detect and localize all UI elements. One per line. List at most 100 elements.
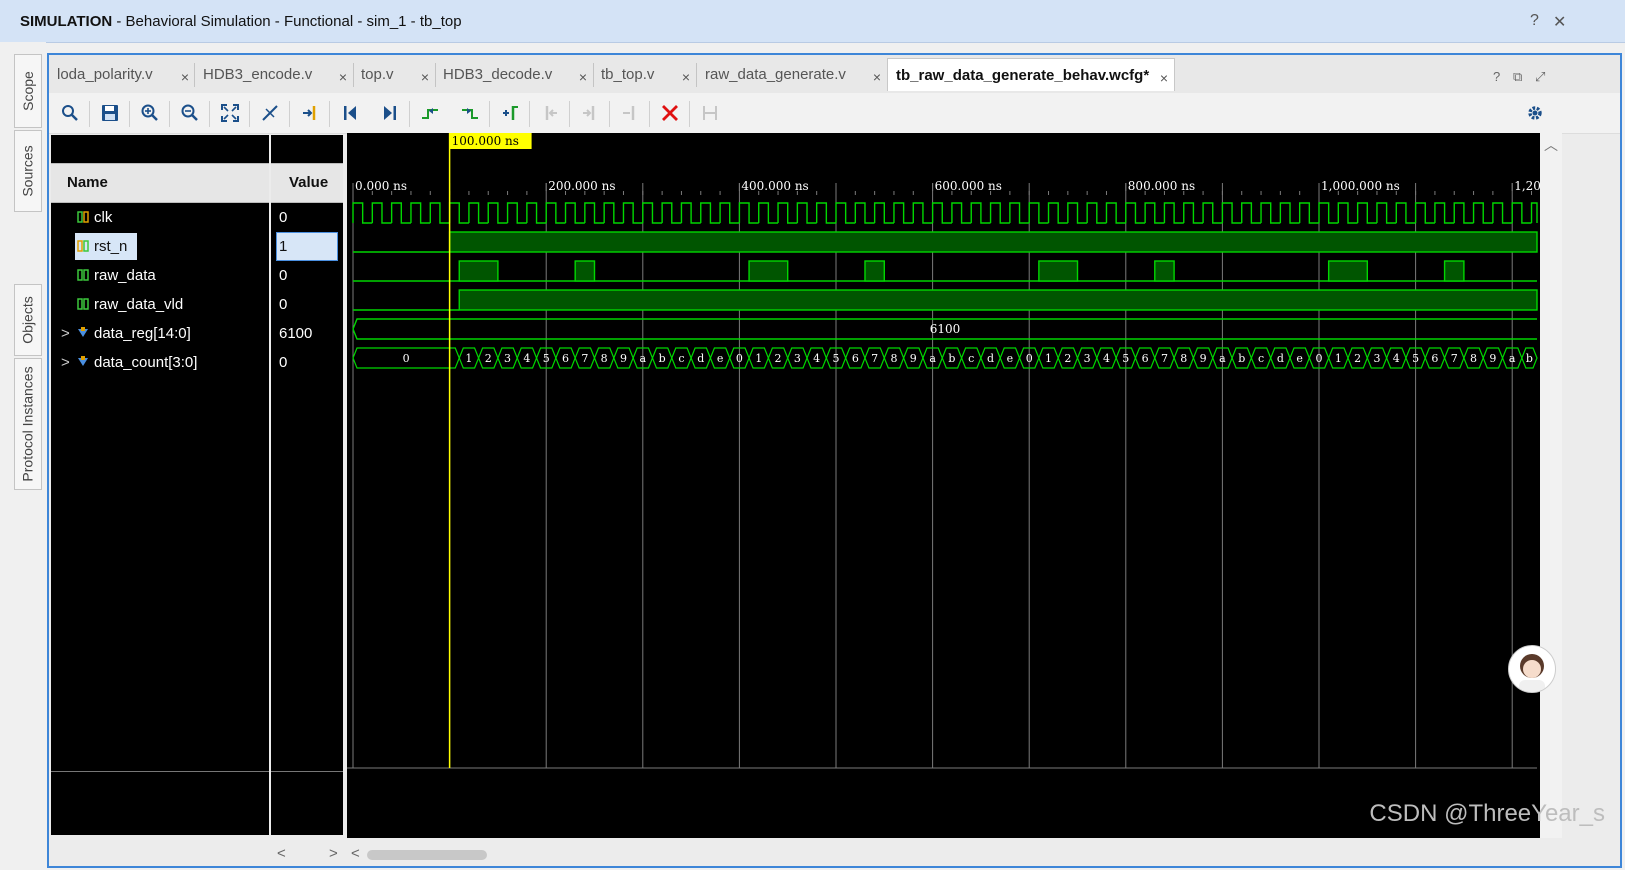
- tab-raw-data-generate[interactable]: raw_data_generate.v ×: [697, 58, 887, 90]
- window-title: SIMULATION - Behavioral Simulation - Fun…: [20, 13, 462, 30]
- zoom-in-icon[interactable]: [137, 100, 163, 126]
- tab-tb-raw-data-generate-behav-wcfg[interactable]: tb_raw_data_generate_behav.wcfg* ×: [887, 58, 1175, 91]
- save-icon[interactable]: [97, 100, 123, 126]
- time-tick-label: 1,200.000 ns: [1514, 179, 1540, 193]
- value-cell: 0: [279, 267, 288, 284]
- tab-hdb3-encode[interactable]: HDB3_encode.v ×: [195, 58, 353, 90]
- signal-row-rst-n[interactable]: rst_n: [51, 232, 269, 261]
- close-tab-icon[interactable]: ×: [181, 69, 189, 85]
- waveform-panel: loda_polarity.v × HDB3_encode.v × top.v × H…: [47, 53, 1622, 868]
- name-pane-scroll[interactable]: < >: [271, 843, 343, 867]
- tab-top[interactable]: top.v ×: [353, 58, 435, 90]
- next-marker-icon[interactable]: [577, 100, 603, 126]
- side-tab-sources[interactable]: Sources: [14, 130, 42, 212]
- prev-transition-icon[interactable]: [417, 100, 443, 126]
- close-icon[interactable]: ✕: [1553, 12, 1566, 32]
- time-tick-label: 200.000 ns: [548, 179, 615, 193]
- toolbar-separator: [649, 101, 650, 127]
- maximize-icon[interactable]: ⤢: [1535, 69, 1545, 85]
- watermark-text: CSDN @ThreeYear_s: [1369, 800, 1605, 827]
- editor-tab-bar: loda_polarity.v × HDB3_encode.v × top.v × H…: [49, 55, 1620, 94]
- add-marker-icon[interactable]: [497, 100, 523, 126]
- goto-cursor-icon[interactable]: [297, 100, 323, 126]
- tab-loda-polarity[interactable]: loda_polarity.v ×: [49, 58, 195, 90]
- signal-row-clk[interactable]: clk: [51, 203, 269, 232]
- help-icon[interactable]: ?: [1493, 69, 1500, 84]
- signal-row-data-count[interactable]: > data_count[3:0]: [51, 348, 269, 377]
- raw-data-pulse: [1327, 260, 1368, 282]
- bit-signal-icon: [77, 211, 89, 223]
- toolbar-separator: [609, 101, 610, 127]
- raw-data-pulse: [748, 260, 789, 282]
- zoom-fit-icon[interactable]: [217, 100, 243, 126]
- scroll-thumb[interactable]: [367, 850, 487, 860]
- time-tick-label: 0.000 ns: [355, 179, 407, 193]
- restore-icon[interactable]: ⧉: [1513, 69, 1522, 85]
- close-tab-icon[interactable]: ×: [1160, 70, 1168, 86]
- close-tab-icon[interactable]: ×: [579, 69, 587, 85]
- settings-icon[interactable]: [1522, 100, 1548, 126]
- question-icon[interactable]: ?: [1530, 12, 1539, 30]
- close-tab-icon[interactable]: ×: [873, 69, 881, 85]
- value-cell-selected[interactable]: 1: [271, 232, 343, 261]
- data-count-segment-label: 3: [794, 352, 801, 365]
- ruler-icon[interactable]: [697, 100, 723, 126]
- simulation-mode-label: SIMULATION: [20, 13, 113, 30]
- data-count-segment-label: 1: [755, 352, 762, 365]
- data-count-segment-label: d: [1277, 352, 1284, 365]
- scroll-left-arrow-icon[interactable]: <: [351, 845, 360, 862]
- signal-row-data-reg[interactable]: > data_reg[14:0]: [51, 319, 269, 348]
- data-count-segment-label: 1: [1045, 352, 1052, 365]
- zoom-out-icon[interactable]: [177, 100, 203, 126]
- expand-arrow-icon[interactable]: >: [61, 354, 70, 371]
- data-count-segment-label: 3: [1373, 352, 1380, 365]
- toolbar-separator: [209, 101, 210, 127]
- scroll-up-arrow-icon[interactable]: ︿: [1544, 135, 1558, 155]
- data-count-segment-label: 3: [504, 352, 511, 365]
- search-icon[interactable]: [57, 100, 83, 126]
- snap-icon[interactable]: [257, 100, 283, 126]
- remove-markers-icon[interactable]: [657, 100, 683, 126]
- cursor-time-label: 100.000 ns: [452, 134, 519, 148]
- signal-row-raw-data-vld[interactable]: raw_data_vld: [51, 290, 269, 319]
- next-transition-icon[interactable]: [457, 100, 483, 126]
- data-count-segment-label: c: [678, 352, 684, 365]
- goto-end-icon[interactable]: [377, 100, 403, 126]
- assistant-avatar-icon[interactable]: [1508, 645, 1556, 693]
- close-tab-icon[interactable]: ×: [339, 69, 347, 85]
- tab-hdb3-decode[interactable]: HDB3_decode.v ×: [435, 58, 593, 90]
- time-tick-label: 400.000 ns: [741, 179, 808, 193]
- side-tab-objects[interactable]: Objects: [14, 284, 42, 356]
- scroll-right-arrow-icon[interactable]: >: [329, 845, 338, 862]
- data-count-segment-label: 0: [1316, 352, 1323, 365]
- close-tab-icon[interactable]: ×: [421, 69, 429, 85]
- waveform-hscroll[interactable]: <: [347, 843, 1540, 867]
- data-count-segment-label: 7: [1161, 352, 1168, 365]
- value-column-header[interactable]: Value: [271, 163, 343, 203]
- side-tab-protocol-instances[interactable]: Protocol Instances: [14, 358, 42, 490]
- prev-marker-icon[interactable]: [537, 100, 563, 126]
- waveform-vscroll[interactable]: ︿: [1540, 133, 1562, 838]
- pane-divider: [51, 771, 269, 772]
- close-tab-icon[interactable]: ×: [682, 69, 690, 85]
- toolbar-separator: [129, 101, 130, 127]
- side-tab-scope[interactable]: Scope: [14, 54, 42, 128]
- raw-data-pulse: [1154, 260, 1175, 282]
- goto-start-icon[interactable]: [337, 100, 363, 126]
- raw-data-pulse: [1038, 260, 1079, 282]
- name-column-header[interactable]: Name: [51, 163, 269, 203]
- clk-waveform: [352, 202, 1538, 224]
- data-count-segment-label: 9: [1489, 352, 1496, 365]
- tab-tb-top[interactable]: tb_top.v ×: [593, 58, 696, 90]
- delete-marker-icon[interactable]: [617, 100, 643, 126]
- scroll-left-arrow-icon[interactable]: <: [277, 845, 286, 862]
- waveform-canvas[interactable]: 0.000 ns 200.000 ns 400.000 ns 600.000 ns 80…: [347, 133, 1593, 838]
- expand-arrow-icon[interactable]: >: [61, 325, 70, 342]
- signal-row-raw-data[interactable]: raw_data: [51, 261, 269, 290]
- raw-data-pulse: [458, 260, 499, 282]
- bit-signal-icon: [77, 298, 89, 310]
- data-count-segment-label: 2: [1064, 352, 1071, 365]
- data-count-segment-label: 6: [1142, 352, 1149, 365]
- raw-data-pulse: [1443, 260, 1465, 282]
- value-cell: 0: [279, 296, 288, 313]
